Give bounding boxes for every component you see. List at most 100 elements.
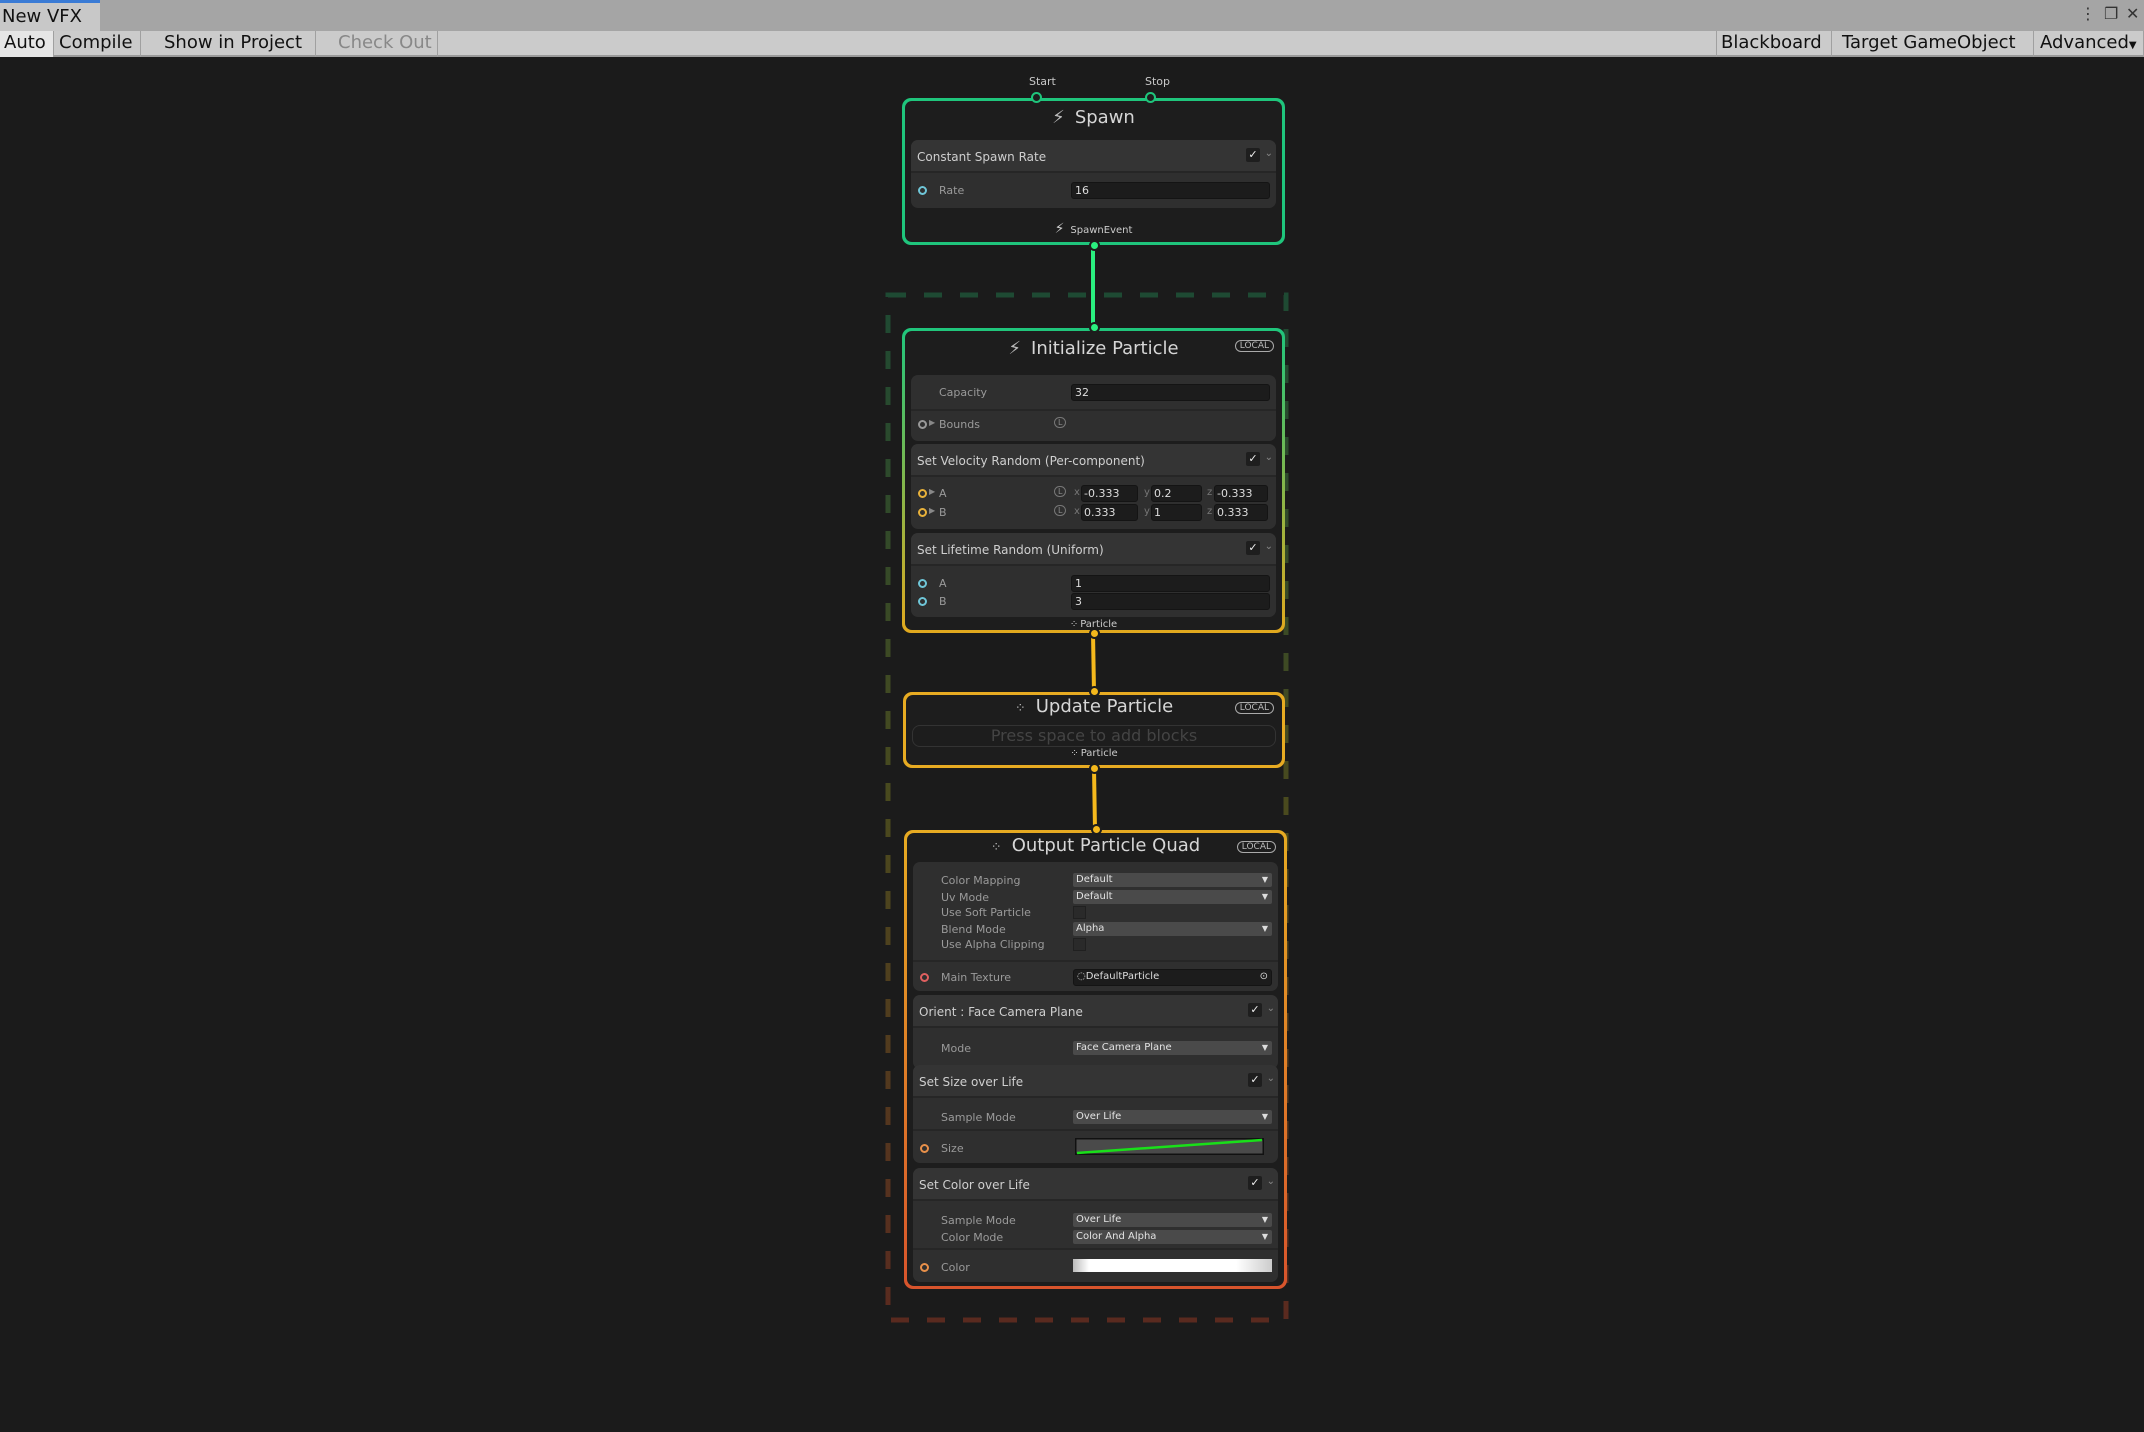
soft-particle-checkbox[interactable] bbox=[1073, 906, 1086, 919]
advanced-dropdown[interactable]: Advanced▼ bbox=[2036, 31, 2144, 57]
a-port[interactable] bbox=[918, 579, 927, 588]
particle-icon: ⁘ bbox=[990, 840, 1002, 855]
size-curve-field[interactable] bbox=[1075, 1138, 1264, 1155]
b-z-field[interactable]: 0.333 bbox=[1214, 504, 1268, 521]
particle-label: Particle bbox=[1080, 619, 1118, 630]
toolbar: Auto Compile Show in Project Check Out B… bbox=[0, 31, 2144, 57]
local-space-icon[interactable]: L bbox=[1054, 505, 1067, 516]
a-x-field[interactable]: -0.333 bbox=[1081, 485, 1138, 502]
lifetime-b-field[interactable]: 3 bbox=[1071, 593, 1270, 610]
main-texture-field[interactable]: ◌DefaultParticle ⊙ bbox=[1073, 969, 1272, 986]
orient-block[interactable]: Orient : Face Camera Plane ✓ ⌄ Mode Face Ca… bbox=[913, 995, 1278, 1069]
alpha-clipping-checkbox[interactable] bbox=[1073, 938, 1086, 951]
blend-mode-label: Blend Mode bbox=[941, 923, 1006, 936]
output-title: Output Particle Quad bbox=[1011, 835, 1201, 856]
output-context[interactable]: ⁘ Output Particle Quad LOCAL Color Mappin… bbox=[904, 824, 1287, 1289]
local-space-badge[interactable]: LOCAL bbox=[1236, 841, 1276, 853]
graph-canvas[interactable]: Start Stop ⚡ Spawn Constant Spawn Rate ✓ ⌄ … bbox=[0, 57, 2144, 1432]
check-out-button[interactable]: Check Out bbox=[334, 31, 438, 57]
constant-spawn-rate-block[interactable]: Constant Spawn Rate ✓ ⌄ Rate 16 bbox=[911, 140, 1276, 208]
chevron-down-icon[interactable]: ⌄ bbox=[1265, 452, 1273, 463]
rate-field[interactable]: 16 bbox=[1071, 182, 1270, 199]
spawn-output-port[interactable] bbox=[1088, 240, 1100, 251]
close-icon[interactable]: ✕ bbox=[2126, 4, 2139, 23]
init-output-port[interactable] bbox=[1088, 628, 1100, 639]
local-space-badge[interactable]: LOCAL bbox=[1234, 340, 1274, 352]
compile-button[interactable]: Compile bbox=[55, 31, 141, 57]
lightning-icon: ⚡ bbox=[1052, 107, 1065, 128]
local-space-icon[interactable]: L bbox=[1054, 486, 1067, 497]
blend-mode-dropdown[interactable]: Alpha ▼ bbox=[1073, 922, 1272, 936]
auto-toggle[interactable]: Auto bbox=[0, 31, 54, 57]
chevron-down-icon[interactable]: ⌄ bbox=[1267, 1073, 1275, 1084]
capacity-field[interactable]: 32 bbox=[1071, 384, 1270, 401]
size-port[interactable] bbox=[920, 1144, 929, 1153]
b-port[interactable] bbox=[918, 597, 927, 606]
chevron-down-icon[interactable]: ⌄ bbox=[1265, 541, 1273, 552]
texture-icon: ◌ bbox=[1077, 971, 1086, 982]
object-picker-icon[interactable]: ⊙ bbox=[1260, 971, 1268, 982]
update-output-port[interactable] bbox=[1089, 763, 1100, 774]
set-lifetime-random-block[interactable]: Set Lifetime Random (Uniform) ✓ ⌄ A 1 B 3 bbox=[911, 533, 1276, 617]
block-title: Constant Spawn Rate bbox=[917, 150, 1047, 164]
main-texture-port[interactable] bbox=[920, 973, 929, 982]
a-y-field[interactable]: 0.2 bbox=[1151, 485, 1202, 502]
soft-particle-label: Use Soft Particle bbox=[941, 906, 1031, 919]
bounds-port[interactable] bbox=[918, 420, 927, 429]
enable-checkbox[interactable]: ✓ bbox=[1246, 452, 1260, 466]
set-velocity-random-block[interactable]: Set Velocity Random (Per-component) ✓ ⌄ ▶ A… bbox=[911, 444, 1276, 529]
local-space-icon[interactable]: L bbox=[1054, 417, 1067, 428]
sample-mode-dropdown[interactable]: Over Life ▼ bbox=[1073, 1213, 1272, 1227]
local-space-badge[interactable]: LOCAL bbox=[1234, 702, 1274, 714]
a-port[interactable] bbox=[918, 489, 927, 498]
lifetime-a-field[interactable]: 1 bbox=[1071, 575, 1270, 592]
tab-new-vfx[interactable]: New VFX bbox=[0, 0, 100, 31]
spawn-event-label: SpawnEvent bbox=[1070, 225, 1133, 236]
target-gameobject-button[interactable]: Target GameObject bbox=[1838, 31, 2034, 57]
title-bar: New VFX ⋮ ❐ ✕ bbox=[0, 0, 2144, 31]
show-in-project-button[interactable]: Show in Project bbox=[160, 31, 316, 57]
color-gradient-field[interactable] bbox=[1073, 1259, 1272, 1272]
more-icon[interactable]: ⋮ bbox=[2080, 4, 2096, 23]
initialize-context[interactable]: ⚡ Initialize Particle LOCAL Capacity 32 ▶ B… bbox=[902, 322, 1285, 639]
b-y-field[interactable]: 1 bbox=[1151, 504, 1202, 521]
texture-name: DefaultParticle bbox=[1085, 971, 1160, 982]
enable-checkbox[interactable]: ✓ bbox=[1248, 1073, 1262, 1087]
blackboard-button[interactable]: Blackboard bbox=[1716, 31, 1832, 57]
rate-port[interactable] bbox=[918, 186, 927, 195]
spawn-title: Spawn bbox=[1074, 107, 1135, 128]
chevron-down-icon[interactable]: ⌄ bbox=[1267, 1176, 1275, 1187]
expand-arrow-icon[interactable]: ▶ bbox=[929, 506, 935, 515]
chevron-down-icon[interactable]: ⌄ bbox=[1267, 1003, 1275, 1014]
chevron-down-icon[interactable]: ⌄ bbox=[1265, 148, 1273, 159]
uv-mode-dropdown[interactable]: Default ▼ bbox=[1073, 890, 1272, 904]
set-color-over-life-block[interactable]: Set Color over Life ✓ ⌄ Sample Mode Over Li… bbox=[913, 1168, 1278, 1282]
add-blocks-placeholder[interactable]: Press space to add blocks bbox=[912, 725, 1276, 747]
color-mode-label: Color Mode bbox=[941, 1231, 1004, 1244]
color-port[interactable] bbox=[920, 1263, 929, 1272]
color-mapping-dropdown[interactable]: Default ▼ bbox=[1073, 873, 1272, 887]
enable-checkbox[interactable]: ✓ bbox=[1248, 1176, 1262, 1190]
init-input-port[interactable] bbox=[1088, 322, 1100, 333]
color-mode-dropdown[interactable]: Color And Alpha ▼ bbox=[1073, 1230, 1272, 1244]
spawn-context[interactable]: Start Stop ⚡ Spawn Constant Spawn Rate ✓ ⌄ … bbox=[902, 75, 1285, 251]
update-context[interactable]: ⁘ Update Particle LOCAL Press space to ad… bbox=[903, 686, 1285, 774]
b-x-field[interactable]: 0.333 bbox=[1081, 504, 1138, 521]
sample-mode-dropdown[interactable]: Over Life ▼ bbox=[1073, 1110, 1272, 1124]
set-size-over-life-block[interactable]: Set Size over Life ✓ ⌄ Sample Mode Over Lif… bbox=[913, 1065, 1278, 1163]
output-input-port[interactable] bbox=[1090, 824, 1102, 835]
expand-arrow-icon[interactable]: ▶ bbox=[929, 487, 935, 496]
start-port[interactable] bbox=[1031, 92, 1042, 103]
enable-checkbox[interactable]: ✓ bbox=[1246, 148, 1260, 162]
stop-label: Stop bbox=[1145, 75, 1171, 88]
enable-checkbox[interactable]: ✓ bbox=[1246, 541, 1260, 555]
orient-mode-dropdown[interactable]: Face Camera Plane ▼ bbox=[1073, 1041, 1272, 1055]
enable-checkbox[interactable]: ✓ bbox=[1248, 1003, 1262, 1017]
maximize-icon[interactable]: ❐ bbox=[2104, 4, 2118, 23]
b-port[interactable] bbox=[918, 508, 927, 517]
lightning-icon: ⚡ bbox=[1054, 221, 1065, 237]
a-z-field[interactable]: -0.333 bbox=[1214, 485, 1268, 502]
lightning-icon: ⚡ bbox=[1008, 338, 1022, 359]
expand-arrow-icon[interactable]: ▶ bbox=[929, 418, 935, 427]
stop-port[interactable] bbox=[1145, 92, 1156, 103]
